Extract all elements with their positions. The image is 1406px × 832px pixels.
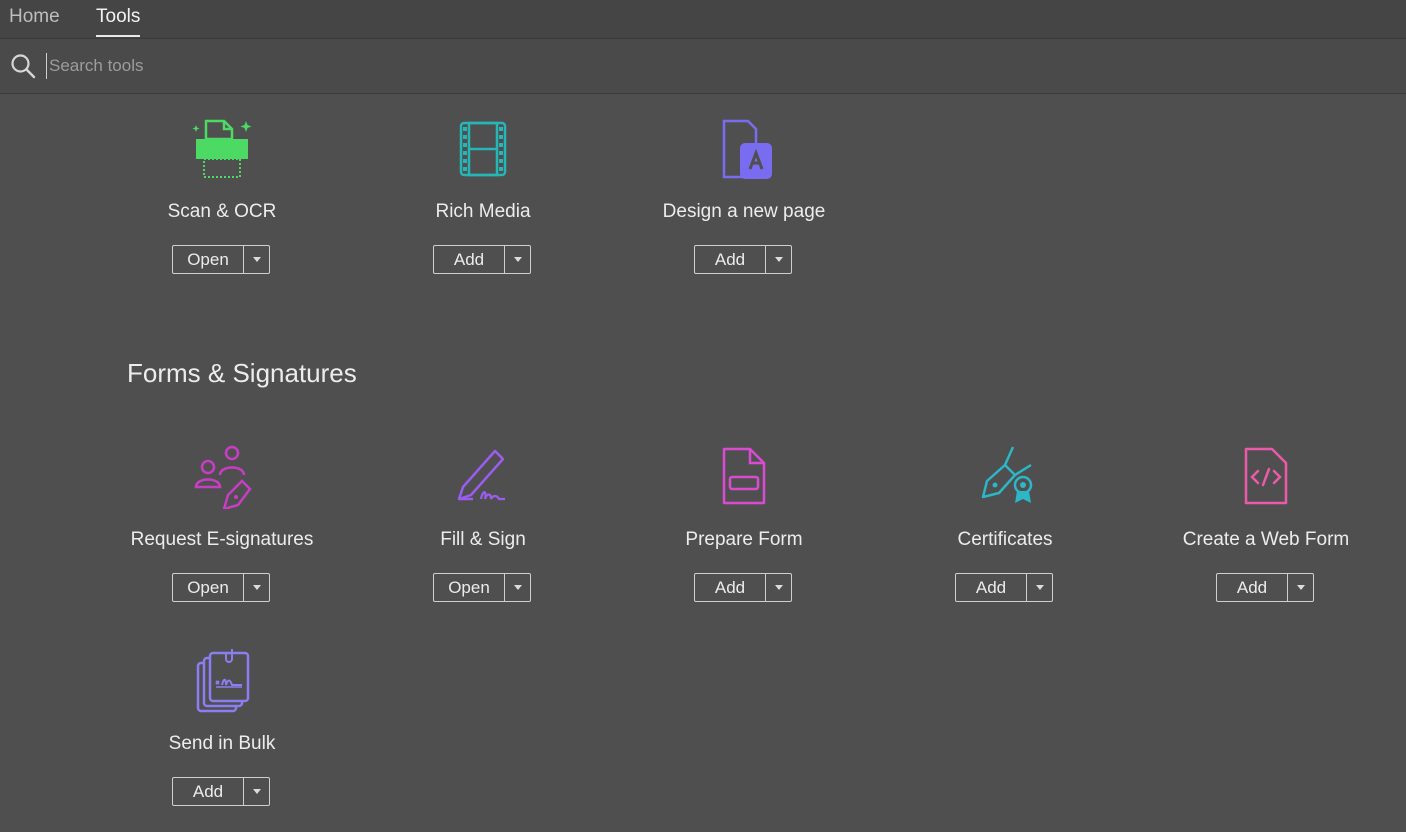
dropdown-button[interactable]	[1288, 574, 1313, 601]
tool-label: Design a new page	[662, 201, 826, 222]
search-input[interactable]	[46, 53, 649, 79]
tab-tools[interactable]: Tools	[96, 6, 141, 37]
chevron-down-icon	[1035, 585, 1044, 590]
dropdown-button[interactable]	[505, 574, 530, 601]
tool-button-group: Add	[1216, 573, 1314, 602]
dropdown-button[interactable]	[766, 574, 791, 601]
add-button[interactable]: Add	[695, 246, 766, 273]
tool-button-group: Open	[433, 573, 531, 602]
tool-button-group: Add	[694, 245, 792, 274]
open-button[interactable]: Open	[173, 574, 244, 601]
tool-label: Fill & Sign	[440, 529, 526, 550]
add-button[interactable]: Add	[695, 574, 766, 601]
tool-button-group: Add	[955, 573, 1053, 602]
rich-media-icon	[459, 121, 507, 177]
design-page-icon	[722, 119, 772, 179]
tool-button-group: Add	[172, 777, 270, 806]
web-form-icon	[1244, 447, 1288, 505]
tool-label: Create a Web Form	[1182, 529, 1350, 550]
tool-label: Request E-signatures	[130, 529, 314, 550]
open-button[interactable]: Open	[434, 574, 505, 601]
chevron-down-icon	[513, 585, 522, 590]
fill-sign-icon	[457, 449, 505, 501]
tool-label: Certificates	[957, 529, 1053, 550]
chevron-down-icon	[1296, 585, 1305, 590]
add-button[interactable]: Add	[173, 778, 244, 805]
add-button[interactable]: Add	[1217, 574, 1288, 601]
scan-ocr-icon	[192, 119, 252, 178]
chevron-down-icon	[252, 585, 261, 590]
send-bulk-icon	[196, 649, 250, 713]
search-bar	[0, 39, 1406, 94]
tool-button-group: Open	[172, 245, 270, 274]
chevron-down-icon	[252, 789, 261, 794]
dropdown-button[interactable]	[244, 574, 269, 601]
chevron-down-icon	[513, 257, 522, 262]
tool-label: Scan & OCR	[167, 201, 277, 222]
dropdown-button[interactable]	[1027, 574, 1052, 601]
add-button[interactable]: Add	[956, 574, 1027, 601]
chevron-down-icon	[774, 257, 783, 262]
add-button[interactable]: Add	[434, 246, 505, 273]
chevron-down-icon	[252, 257, 261, 262]
tool-label: Send in Bulk	[168, 733, 276, 754]
section-title: Forms & Signatures	[127, 358, 357, 388]
chevron-down-icon	[774, 585, 783, 590]
dropdown-button[interactable]	[505, 246, 530, 273]
tool-button-group: Add	[433, 245, 531, 274]
search-icon[interactable]	[10, 53, 36, 79]
tool-button-group: Add	[694, 573, 792, 602]
prepare-form-icon	[722, 447, 766, 505]
tool-label: Prepare Form	[685, 529, 803, 550]
dropdown-button[interactable]	[244, 246, 269, 273]
tool-button-group: Open	[172, 573, 270, 602]
dropdown-button[interactable]	[244, 778, 269, 805]
request-esignatures-icon	[194, 445, 252, 509]
dropdown-button[interactable]	[766, 246, 791, 273]
certificates-icon	[981, 446, 1033, 503]
tab-home[interactable]: Home	[9, 6, 60, 28]
tool-label: Rich Media	[435, 201, 531, 222]
open-button[interactable]: Open	[173, 246, 244, 273]
top-tab-bar: Home Tools	[0, 0, 1406, 39]
